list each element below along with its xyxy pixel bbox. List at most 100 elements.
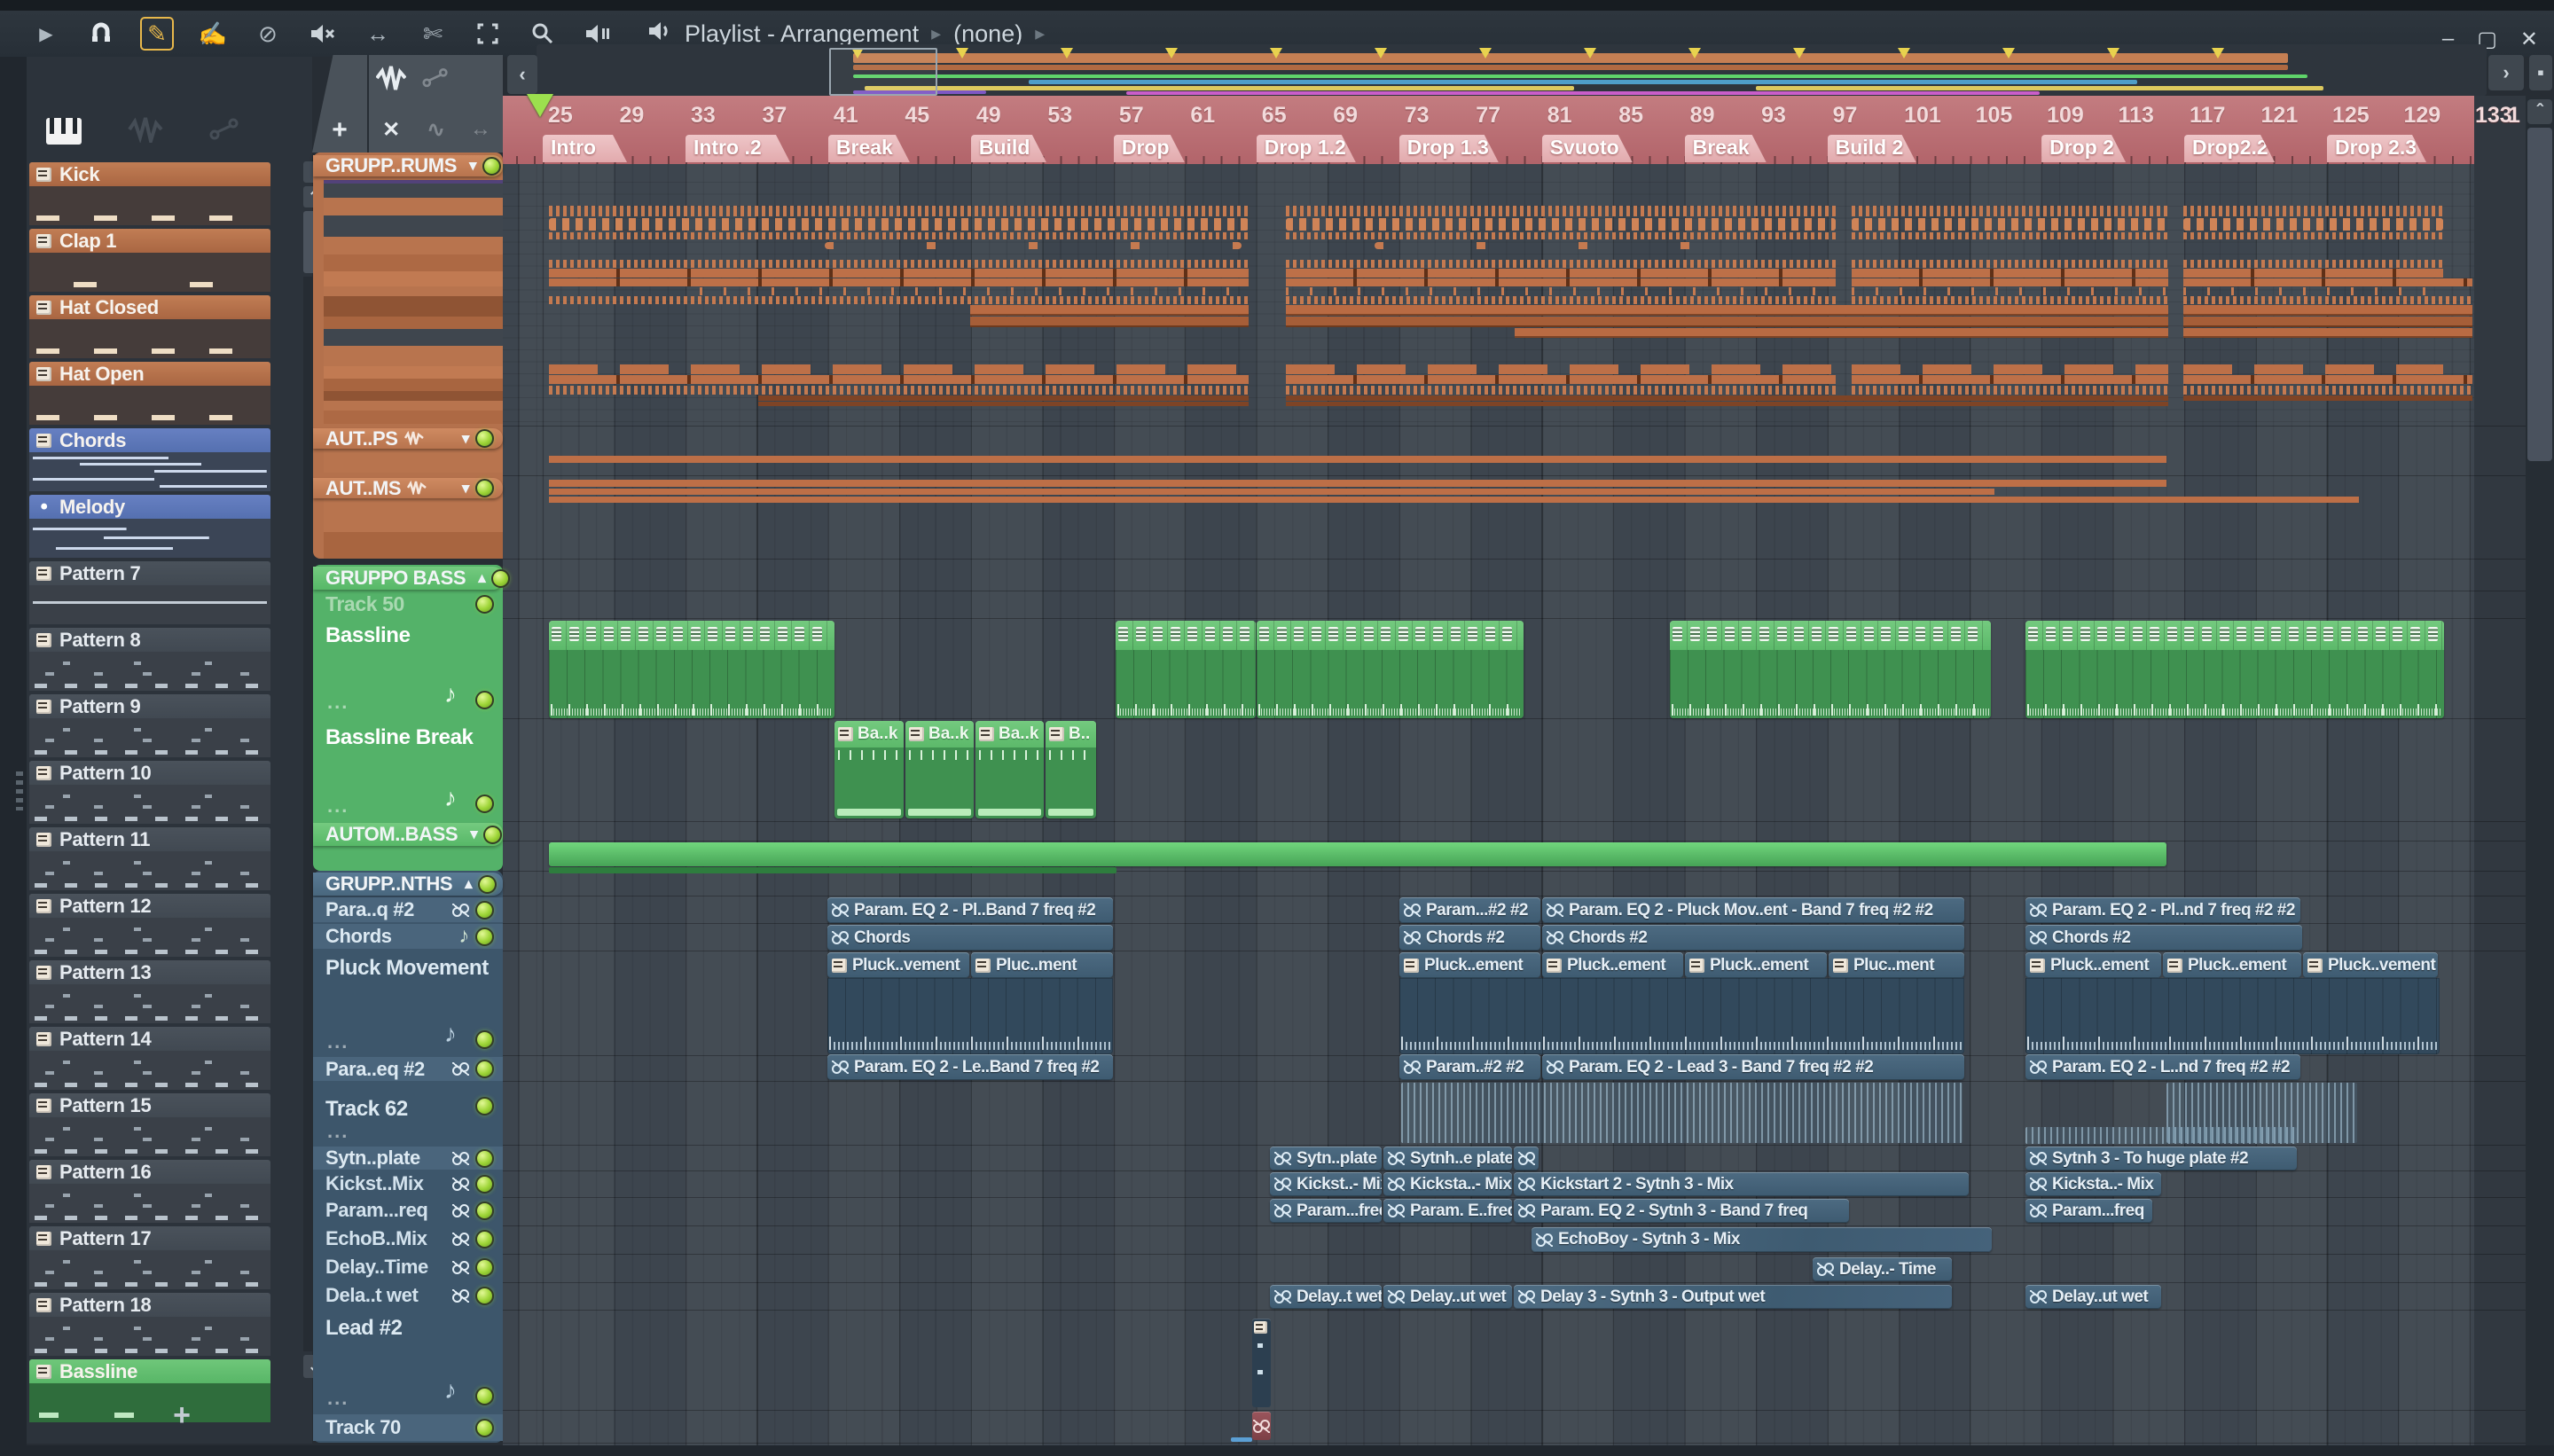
pattern-item-header[interactable]: Hat Closed	[29, 295, 270, 319]
track-mute-led[interactable]	[475, 1387, 494, 1405]
drum-clip-band[interactable]	[549, 269, 1249, 278]
timeline-bar-number[interactable]: 69	[1333, 103, 1358, 129]
clip-pluck-ement[interactable]: Pluck..ement	[1542, 952, 1683, 978]
track-header-track-50[interactable]: Track 50	[313, 592, 503, 615]
close-button[interactable]: ✕	[2520, 27, 2538, 52]
track-mute-led[interactable]	[475, 1286, 494, 1305]
timeline-bar-number[interactable]: 133	[2475, 103, 2512, 129]
automation-icon[interactable]	[422, 67, 449, 95]
drum-clip-band[interactable]	[549, 386, 1249, 395]
track-header-grupp-nths[interactable]: GRUPP..NTHS ▴	[313, 873, 503, 896]
timeline-bar-number[interactable]: 81	[1547, 103, 1572, 129]
draw-tool-icon[interactable]: ✎	[140, 17, 174, 51]
timeline-bar-number[interactable]: 37	[762, 103, 787, 129]
drum-clip-band[interactable]	[549, 480, 2166, 487]
drum-clip-band[interactable]	[2183, 232, 2443, 239]
timeline-marker-break[interactable]: Break	[1685, 135, 1767, 162]
bassline-break-clip[interactable]: Ba..k	[975, 721, 1044, 818]
track-mute-led[interactable]	[475, 1097, 494, 1115]
clip-sytnh-3-to-huge-plate-2[interactable]: Sytnh 3 - To huge plate #2	[2025, 1147, 2297, 1170]
pattern-item-pattern-11[interactable]: Pattern 11	[29, 827, 270, 890]
vertical-scrollbar-thumb[interactable]	[2527, 128, 2552, 461]
clip-param-eq-2-pl-nd-7-freq-2-2[interactable]: Param. EQ 2 - Pl..nd 7 freq #2 #2	[2025, 897, 2300, 923]
collapse-arrow-icon[interactable]: ▴	[478, 569, 486, 587]
clip-pluck-ement[interactable]: Pluck..ement	[1399, 952, 1540, 978]
drum-clip-band[interactable]	[1852, 232, 2168, 239]
red-automation-clip[interactable]	[1252, 1412, 1271, 1440]
drum-clip-band[interactable]	[2183, 218, 2443, 231]
bassline-clip[interactable]	[1670, 621, 1991, 718]
drum-clip-band[interactable]	[2183, 287, 2443, 295]
pattern-item-header[interactable]: Pattern 16	[29, 1160, 270, 1184]
timeline-marker-drop-2-3[interactable]: Drop 2.3	[2327, 135, 2426, 162]
bassline-clip[interactable]	[1116, 621, 1256, 718]
timeline-marker-drop-2[interactable]: Drop 2	[2041, 135, 2126, 162]
timeline-bar-number[interactable]: 109	[2047, 103, 2084, 129]
pattern-item-clap-1[interactable]: Clap 1	[29, 229, 270, 292]
timeline-bar-number[interactable]: 49	[976, 103, 1001, 129]
track-mute-led[interactable]	[475, 594, 494, 614]
timeline-marker-intro-2[interactable]: Intro .2	[686, 135, 790, 162]
track-mute-led[interactable]	[475, 1257, 494, 1277]
drum-clip-band[interactable]	[2183, 328, 2472, 338]
slice-tool-icon[interactable]: ✄	[417, 18, 449, 50]
drum-clip-band[interactable]	[1286, 402, 2168, 406]
pattern-item-header[interactable]: Kick	[29, 162, 270, 186]
track-header-gruppo-bass[interactable]: GRUPPO BASS ▴	[313, 567, 511, 590]
drum-clip-band[interactable]	[1286, 375, 1836, 384]
drum-clip-band[interactable]	[1286, 296, 1836, 304]
drum-clip-band[interactable]	[1852, 218, 2168, 231]
clip-pluck-ement[interactable]: Pluck..ement	[2163, 952, 2301, 978]
track-header-param-req[interactable]: Param...req	[313, 1198, 503, 1223]
minimap-view-box[interactable]	[829, 48, 937, 96]
timeline-marker-svuoto[interactable]: Svuoto	[1542, 135, 1633, 162]
drum-clip-band[interactable]	[1286, 206, 1836, 216]
drum-clip-band[interactable]	[1852, 269, 2168, 278]
track-mute-led[interactable]	[475, 795, 494, 813]
h-arrows-icon[interactable]: ↔	[470, 117, 491, 142]
track-mute-led[interactable]	[475, 1148, 494, 1168]
paint-tool-icon[interactable]: ✍	[197, 18, 229, 50]
drum-clip-band[interactable]	[549, 364, 1249, 374]
drum-clip-band[interactable]	[549, 489, 1994, 495]
drum-clip-band[interactable]	[1286, 305, 2168, 316]
drum-clip-band[interactable]	[2183, 296, 2472, 304]
pattern-item-pattern-12[interactable]: Pattern 12	[29, 894, 270, 957]
drum-clip-band[interactable]	[2183, 305, 2472, 316]
clip-param-eq-2-pluck-mov-ent-band-7-freq-2-2[interactable]: Param. EQ 2 - Pluck Mov..ent - Band 7 fr…	[1542, 897, 1964, 923]
track-header-dela-t-wet[interactable]: Dela..t wet	[313, 1283, 503, 1308]
collapse-arrow-icon[interactable]: ▾	[469, 157, 477, 175]
track-header-para-q-2[interactable]: Para..q #2	[313, 897, 503, 922]
track-header-aut-ps[interactable]: AUT..PS ▾	[313, 427, 503, 450]
clip-param-freq[interactable]: Param...freq	[1270, 1199, 1382, 1223]
scroll-right-button[interactable]: ›	[2488, 55, 2524, 90]
track-header-pluck-movement[interactable]: Pluck Movement ♪...	[313, 951, 503, 1055]
pattern-item-pattern-8[interactable]: Pattern 8	[29, 628, 270, 691]
pattern-item-header[interactable]: Pattern 8	[29, 628, 270, 652]
drum-clip-band[interactable]	[549, 232, 1249, 239]
bassline-break-clip[interactable]: B..	[1046, 721, 1096, 818]
audio-mode-icon[interactable]	[128, 116, 163, 148]
pattern-item-hat-closed[interactable]: Hat Closed	[29, 295, 270, 358]
pattern-item-header[interactable]: Pattern 10	[29, 761, 270, 785]
timeline-bar-number[interactable]: 93	[1761, 103, 1786, 129]
clip-param-eq-2-sytnh-3-band-7-freq[interactable]: Param. EQ 2 - Sytnh 3 - Band 7 freq	[1514, 1199, 1849, 1223]
pattern-clip-body[interactable]	[1399, 978, 1964, 1054]
track-mute-led[interactable]	[475, 1174, 494, 1194]
timeline-bar-number[interactable]: 53	[1047, 103, 1072, 129]
clip-pluck-ement[interactable]: Pluck..ement	[2025, 952, 2161, 978]
bassline-clip[interactable]	[2025, 621, 2444, 718]
timeline-marker-drop-1-2[interactable]: Drop 1.2	[1257, 135, 1356, 162]
select-tool-icon[interactable]	[472, 18, 504, 50]
clip-param-2-2[interactable]: Param...#2 #2	[1399, 897, 1540, 923]
pattern-item-header[interactable]: Pattern 9	[29, 694, 270, 718]
track-header-aut-ms[interactable]: AUT..MS ▾	[313, 477, 503, 499]
drum-clip-band[interactable]	[1286, 317, 2168, 327]
drum-clip-band[interactable]	[549, 296, 1249, 304]
clip-delay-time[interactable]: Delay..- Time	[1813, 1257, 1952, 1281]
curve-icon[interactable]: ∿	[427, 117, 444, 143]
pattern-item-header[interactable]: Pattern 15	[29, 1093, 270, 1117]
pattern-item-pattern-7[interactable]: Pattern 7	[29, 561, 270, 624]
clip-chords-2[interactable]: Chords #2	[1542, 925, 1964, 951]
close-tracks-icon[interactable]: ✕	[382, 117, 400, 143]
